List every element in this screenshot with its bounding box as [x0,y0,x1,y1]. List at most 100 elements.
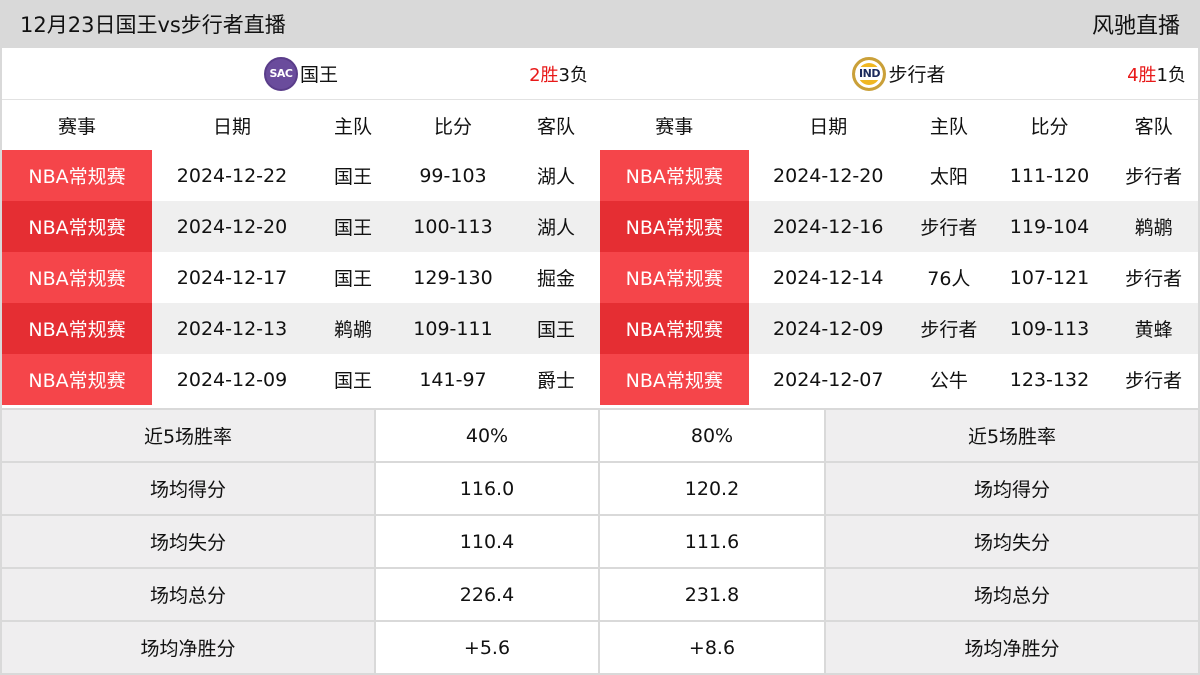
away-team: 湖人 [536,217,575,239]
stat-left-value: 110.4 [376,516,598,567]
stat-right-value: 111.6 [600,516,824,567]
stat-label: 场均总分 [2,569,374,620]
left-team-record: 2胜3负 [529,64,588,86]
away-team: 爵士 [536,370,575,392]
game-score: 109-113 [1009,317,1090,340]
stat-left-value: 40% [376,410,598,461]
stat-label: 场均净胜分 [2,622,374,673]
competition-badge[interactable]: NBA常规赛 [600,201,749,252]
col-away: 客队 [536,115,575,138]
game-date: 2024-12-17 [176,266,288,289]
stat-row-avg-points: 场均得分 116.0 120.2 场均得分 [0,463,1200,514]
table-row: NBA常规赛 2024-12-16 步行者 119-104 鹈鹕 [600,201,1198,252]
right-team-record: 4胜1负 [1127,64,1186,86]
stat-right-value: 80% [600,410,824,461]
left-team-name: 国王 [299,64,338,86]
game-date: 2024-12-16 [773,215,884,238]
table-row: NBA常规赛 2024-12-09 步行者 109-113 黄蜂 [600,303,1198,354]
stat-row-avg-margin: 场均净胜分 +5.6 +8.6 场均净胜分 [0,622,1200,673]
table-row: NBA常规赛 2024-12-22 国王 99-103 湖人 [2,150,600,201]
stat-label: 场均失分 [826,516,1198,567]
table-row: NBA常规赛 2024-12-20 太阳 111-120 步行者 [600,150,1198,201]
away-team: 步行者 [1125,370,1183,392]
table-row: NBA常规赛 2024-12-17 国王 129-130 掘金 [2,252,600,303]
game-date: 2024-12-09 [176,368,288,391]
col-competition: 赛事 [655,115,694,138]
home-team: 公牛 [929,370,968,392]
page-header: 12月23日国王vs步行者直播 风驰直播 [0,0,1200,48]
home-team: 76人 [927,268,971,290]
game-score: 107-121 [1009,266,1090,289]
competition-badge[interactable]: NBA常规赛 [2,303,152,354]
home-team: 国王 [333,268,372,290]
competition-badge[interactable]: NBA常规赛 [2,201,152,252]
competition-badge[interactable]: NBA常规赛 [2,354,152,405]
left-losses: 3 [558,64,570,86]
stat-left-value: 116.0 [376,463,598,514]
left-games-list: NBA常规赛 2024-12-22 国王 99-103 湖人 NBA常规赛 20… [2,150,600,405]
table-row: NBA常规赛 2024-12-14 76人 107-121 步行者 [600,252,1198,303]
right-team-name: 步行者 [888,64,946,86]
table-row: NBA常规赛 2024-12-20 国王 100-113 湖人 [2,201,600,252]
stat-label: 场均净胜分 [826,622,1198,673]
stat-left-value: 226.4 [376,569,598,620]
stat-right-value: 231.8 [600,569,824,620]
home-team: 国王 [333,217,372,239]
col-home: 主队 [333,115,372,138]
away-team: 步行者 [1125,268,1183,290]
competition-badge[interactable]: NBA常规赛 [2,252,152,303]
home-team: 国王 [333,166,372,188]
away-team: 国王 [536,319,575,341]
stat-label: 近5场胜率 [2,410,374,461]
table-row: NBA常规赛 2024-12-13 鹈鹕 109-111 国王 [2,303,600,354]
table-row: NBA常规赛 2024-12-09 国王 141-97 爵士 [2,354,600,405]
home-team: 太阳 [929,166,968,188]
competition-badge[interactable]: NBA常规赛 [600,303,749,354]
right-team-panel: IND 步行者 4胜1负 赛事 日期 主队 比分 客队 NBA常规赛 2024-… [600,48,1198,408]
competition-badge[interactable]: NBA常规赛 [600,354,749,405]
game-score: 123-132 [1009,368,1090,391]
col-date: 日期 [809,115,848,138]
right-wins: 4 [1127,64,1139,86]
home-team: 鹈鹕 [333,319,372,341]
competition-badge[interactable]: NBA常规赛 [600,252,749,303]
col-home: 主队 [929,115,968,138]
competition-badge[interactable]: NBA常规赛 [600,150,749,201]
right-losses: 1 [1156,64,1168,86]
right-games-list: NBA常规赛 2024-12-20 太阳 111-120 步行者 NBA常规赛 … [600,150,1198,405]
stat-label: 近5场胜率 [826,410,1198,461]
away-team: 湖人 [536,166,575,188]
col-competition: 赛事 [57,115,96,138]
game-score: 99-103 [419,164,487,187]
stat-label: 场均失分 [2,516,374,567]
game-score: 141-97 [419,368,487,391]
home-team: 步行者 [920,319,978,341]
pacers-logo-icon: IND [852,56,887,91]
game-date: 2024-12-07 [773,368,884,391]
col-score: 比分 [433,115,472,138]
brand-name: 风驰直播 [1091,14,1180,39]
game-score: 111-120 [1009,164,1090,187]
stat-row-avg-total: 场均总分 226.4 231.8 场均总分 [0,569,1200,620]
page-title: 12月23日国王vs步行者直播 [20,13,286,37]
home-team: 步行者 [920,217,978,239]
game-score: 100-113 [413,215,493,238]
game-score: 119-104 [1009,215,1090,238]
stat-label: 场均得分 [826,463,1198,514]
left-wins: 2 [529,64,541,86]
away-team: 步行者 [1125,166,1183,188]
game-date: 2024-12-20 [176,215,288,238]
right-table-header: 赛事 日期 主队 比分 客队 [600,100,1198,150]
left-team-panel: SAC 国王 2胜3负 赛事 日期 主队 比分 客队 NBA常规赛 2024-1… [2,48,600,408]
col-score: 比分 [1030,115,1069,138]
col-date: 日期 [212,115,251,138]
stat-right-value: +8.6 [600,622,824,673]
left-team-header: SAC 国王 2胜3负 [2,48,600,100]
col-away: 客队 [1134,115,1173,138]
competition-badge[interactable]: NBA常规赛 [2,150,152,201]
away-team: 掘金 [536,268,575,290]
left-table-header: 赛事 日期 主队 比分 客队 [2,100,600,150]
away-team: 鹈鹕 [1134,217,1173,239]
game-date: 2024-12-09 [773,317,884,340]
right-team-header: IND 步行者 4胜1负 [600,48,1198,100]
